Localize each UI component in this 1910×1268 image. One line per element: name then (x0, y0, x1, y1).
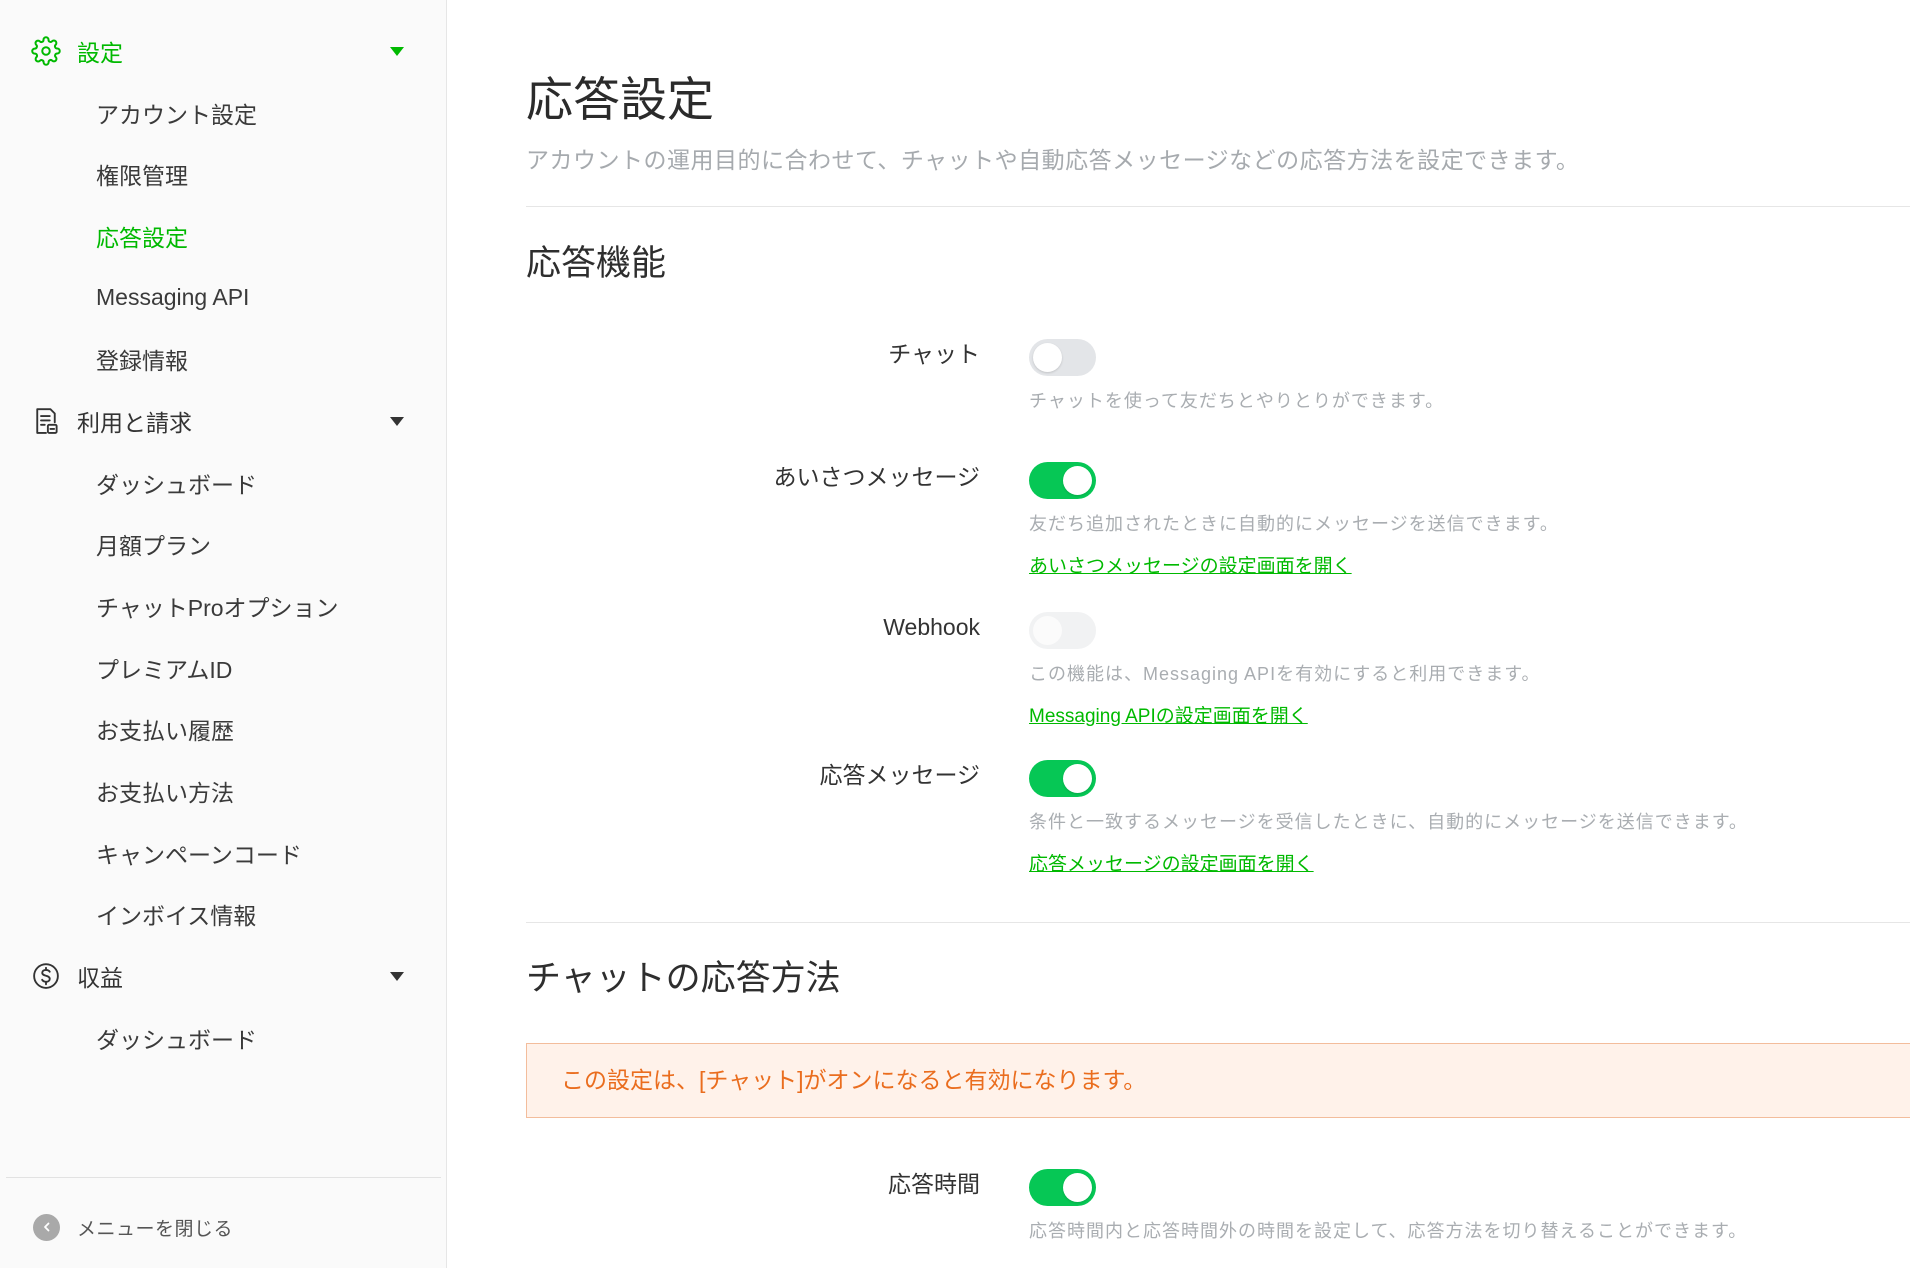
notice-text: この設定は、[チャット]がオンになると有効になります。 (561, 1067, 1147, 1093)
toggle-knob (1063, 763, 1092, 793)
close-menu-button[interactable]: メニューを閉じる (33, 1207, 233, 1247)
sidebar-item-registration-info[interactable]: 登録情報 (0, 328, 446, 390)
row-description: 条件と一致するメッセージを受信したときに、自動的にメッセージを送信できます。 (1029, 812, 1748, 832)
sidebar-item-permissions[interactable]: 権限管理 (0, 143, 446, 205)
toggle-line (1029, 756, 1910, 800)
sidebar-item-revenue-dashboard[interactable]: ダッシュボード (0, 1007, 446, 1069)
row-controls: 条件と一致するメッセージを受信したときに、自動的にメッセージを送信できます。 応… (1029, 756, 1910, 886)
sidebar-section-settings[interactable]: 設定 (0, 20, 446, 82)
page-title: 応答設定 (526, 73, 714, 126)
divider (526, 922, 1910, 923)
sidebar-section-revenue[interactable]: 収益 (0, 945, 446, 1007)
section-heading-response-features: 応答機能 (526, 244, 667, 283)
row-label: Webhook (883, 614, 980, 640)
row-controls: この機能は、Messaging APIを有効にすると利用できます。 Messag… (1029, 608, 1910, 738)
section-heading-chat-response: チャットの応答方法 (526, 959, 841, 998)
webhook-toggle[interactable] (1029, 611, 1096, 649)
sidebar-section-label: 収益 (77, 965, 123, 992)
caret-down-icon[interactable] (390, 416, 404, 426)
auto-response-settings-link[interactable]: 応答メッセージの設定画面を開く (1029, 844, 1910, 886)
row-label: 応答メッセージ (819, 762, 980, 788)
toggle-knob (1063, 1172, 1092, 1202)
sidebar-section-billing[interactable]: 利用と請求 (0, 390, 446, 452)
sidebar-section-label: 設定 (77, 39, 123, 66)
row-label: あいさつメッセージ (773, 464, 980, 490)
sidebar-item-account-settings[interactable]: アカウント設定 (0, 82, 446, 144)
caret-down-icon[interactable] (390, 46, 404, 56)
chevron-left-icon (33, 1213, 60, 1241)
toggle-knob (1063, 465, 1092, 495)
response-hours-toggle[interactable] (1029, 1168, 1096, 1206)
sidebar-item-dashboard[interactable]: ダッシュボード (0, 452, 446, 514)
messaging-api-settings-link[interactable]: Messaging APIの設定画面を開く (1029, 696, 1910, 738)
chat-toggle[interactable] (1029, 338, 1096, 376)
notice-banner: この設定は、[チャット]がオンになると有効になります。 (526, 1043, 1910, 1118)
dollar-icon (31, 961, 61, 991)
close-menu-label: メニューを閉じる (77, 1218, 234, 1240)
sidebar-section-label: 利用と請求 (77, 409, 192, 436)
sidebar-item-payment-method[interactable]: お支払い方法 (0, 760, 446, 822)
row-controls: 友だち追加されたときに自動的にメッセージを送信できます。 あいさつメッセージの設… (1029, 458, 1910, 588)
main-content: 応答設定 アカウントの運用目的に合わせて、チャットや自動応答メッセージなどの応答… (447, 0, 1910, 1268)
divider (526, 206, 1910, 207)
toggle-line (1029, 608, 1910, 652)
row-description: 友だち追加されたときに自動的にメッセージを送信できます。 (1029, 514, 1559, 534)
row-label: 応答時間 (888, 1171, 980, 1197)
sidebar-item-payment-history[interactable]: お支払い履歴 (0, 699, 446, 761)
sidebar-item-chat-pro-option[interactable]: チャットProオプション (0, 575, 446, 637)
sidebar-item-campaign-code[interactable]: キャンペーンコード (0, 822, 446, 884)
row-description: チャットを使って友だちとやりとりができます。 (1029, 391, 1445, 411)
toggle-line (1029, 458, 1910, 502)
toggle-knob (1033, 342, 1062, 372)
sidebar-nav: 設定 アカウント設定 権限管理 応答設定 Messaging API 登録情報 … (0, 20, 446, 1069)
row-controls: 応答時間内と応答時間外の時間を設定して、応答方法を切り替えることができます。 (1029, 1165, 1910, 1253)
sidebar-item-monthly-plan[interactable]: 月額プラン (0, 514, 446, 576)
toggle-knob (1033, 615, 1062, 645)
greeting-settings-link[interactable]: あいさつメッセージの設定画面を開く (1029, 546, 1910, 588)
row-description: この機能は、Messaging APIを有効にすると利用できます。 (1029, 664, 1541, 684)
row-description: 応答時間内と応答時間外の時間を設定して、応答方法を切り替えることができます。 (1029, 1221, 1748, 1241)
toggle-line (1029, 1165, 1910, 1209)
sidebar-item-invoice-info[interactable]: インボイス情報 (0, 884, 446, 946)
auto-response-toggle[interactable] (1029, 759, 1096, 797)
sidebar-item-messaging-api[interactable]: Messaging API (0, 267, 446, 329)
caret-down-icon[interactable] (390, 972, 404, 982)
sidebar-item-premium-id[interactable]: プレミアムID (0, 637, 446, 699)
row-controls: チャットを使って友だちとやりとりができます。 (1029, 335, 1910, 423)
row-label: チャット (888, 341, 980, 367)
sidebar-item-response-settings[interactable]: 応答設定 (0, 205, 446, 267)
sidebar-divider (6, 1177, 441, 1178)
greeting-message-toggle[interactable] (1029, 461, 1096, 499)
page-subtitle: アカウントの運用目的に合わせて、チャットや自動応答メッセージなどの応答方法を設定… (526, 147, 1580, 173)
gear-icon (31, 36, 61, 66)
sidebar: 設定 アカウント設定 権限管理 応答設定 Messaging API 登録情報 … (0, 0, 447, 1268)
toggle-line (1029, 335, 1910, 379)
document-icon (31, 406, 61, 436)
